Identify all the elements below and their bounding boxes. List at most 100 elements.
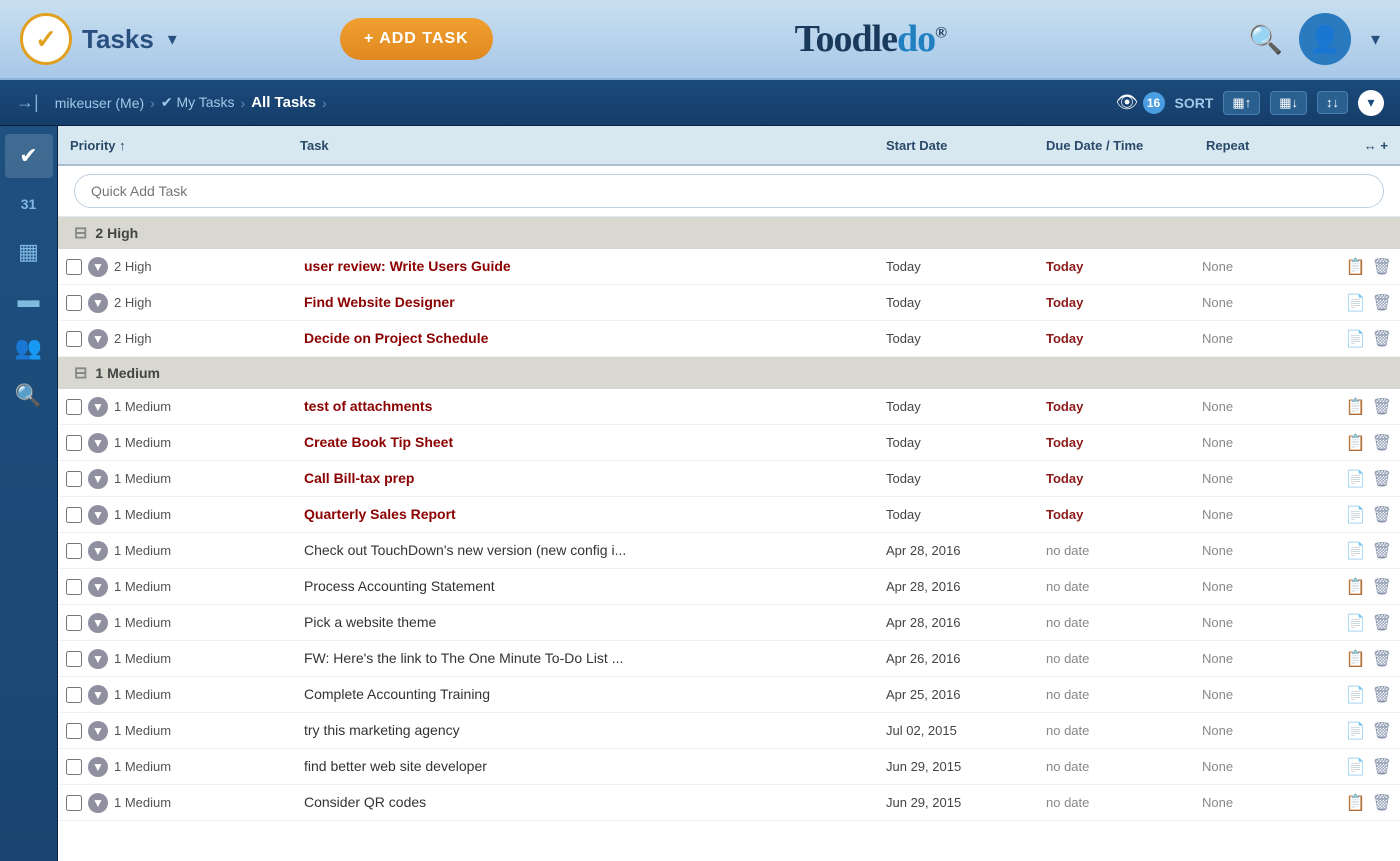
task-name[interactable]: find better web site developer: [304, 758, 487, 774]
sort-btn-2[interactable]: ▦↓: [1270, 91, 1307, 115]
breadcrumb-alltasks[interactable]: All Tasks: [251, 94, 316, 111]
task-name[interactable]: user review: Write Users Guide: [304, 258, 511, 274]
task-checkbox[interactable]: [66, 795, 82, 811]
add-task-button[interactable]: + ADD TASK: [340, 18, 493, 60]
start-date: Today: [882, 295, 1042, 310]
task-name[interactable]: test of attachments: [304, 398, 432, 414]
priority-down-icon[interactable]: ▼: [88, 257, 108, 277]
delete-icon[interactable]: 🗑: [1372, 577, 1392, 597]
note-icon[interactable]: 📄: [1346, 685, 1366, 705]
search-icon[interactable]: 🔍: [1248, 23, 1283, 56]
sort-btn-3[interactable]: ↕↓: [1317, 91, 1348, 114]
delete-icon[interactable]: 🗑: [1372, 293, 1392, 313]
delete-icon[interactable]: 🗑: [1372, 469, 1392, 489]
breadcrumb-mytasks[interactable]: ✔ My Tasks: [161, 94, 235, 111]
priority-down-icon[interactable]: ▼: [88, 613, 108, 633]
task-checkbox[interactable]: [66, 435, 82, 451]
note-icon[interactable]: 📄: [1346, 613, 1366, 633]
priority-down-icon[interactable]: ▼: [88, 649, 108, 669]
priority-down-icon[interactable]: ▼: [88, 577, 108, 597]
task-checkbox[interactable]: [66, 507, 82, 523]
delete-icon[interactable]: 🗑: [1372, 329, 1392, 349]
task-checkbox[interactable]: [66, 259, 82, 275]
due-date: no date: [1042, 723, 1202, 738]
pin-icon[interactable]: →|: [16, 92, 39, 113]
priority-down-icon[interactable]: ▼: [88, 793, 108, 813]
delete-icon[interactable]: 🗑: [1372, 257, 1392, 277]
note-icon[interactable]: 📄: [1346, 329, 1366, 349]
quick-add-input[interactable]: [74, 174, 1384, 208]
breadcrumb-user[interactable]: mikeuser (Me): [55, 95, 144, 111]
delete-icon[interactable]: 🗑: [1372, 541, 1392, 561]
note-icon[interactable]: 📋: [1346, 257, 1366, 277]
task-name[interactable]: Process Accounting Statement: [304, 578, 495, 594]
delete-icon[interactable]: 🗑: [1372, 685, 1392, 705]
task-name[interactable]: Check out TouchDown's new version (new c…: [304, 542, 626, 558]
delete-icon[interactable]: 🗑: [1372, 397, 1392, 417]
sidebar-item-calendar[interactable]: 31: [5, 182, 53, 226]
delete-icon[interactable]: 🗑: [1372, 505, 1392, 525]
task-name[interactable]: Pick a website theme: [304, 614, 436, 630]
task-checkbox[interactable]: [66, 399, 82, 415]
note-icon[interactable]: 📄: [1346, 721, 1366, 741]
task-name[interactable]: Call Bill-tax prep: [304, 470, 414, 486]
task-checkbox[interactable]: [66, 579, 82, 595]
sidebar-item-people[interactable]: 👥: [5, 326, 53, 370]
user-avatar[interactable]: 👤: [1299, 13, 1351, 65]
priority-down-icon[interactable]: ▼: [88, 469, 108, 489]
task-checkbox[interactable]: [66, 651, 82, 667]
sort-btn-1[interactable]: ▦↑: [1223, 91, 1260, 115]
task-name[interactable]: try this marketing agency: [304, 722, 460, 738]
tasks-dropdown-icon[interactable]: ▾: [168, 29, 177, 50]
task-checkbox[interactable]: [66, 615, 82, 631]
task-checkbox[interactable]: [66, 687, 82, 703]
delete-icon[interactable]: 🗑: [1372, 433, 1392, 453]
task-name[interactable]: Create Book Tip Sheet: [304, 434, 453, 450]
task-checkbox[interactable]: [66, 723, 82, 739]
note-icon[interactable]: 📋: [1346, 793, 1366, 813]
priority-down-icon[interactable]: ▼: [88, 541, 108, 561]
task-name[interactable]: Consider QR codes: [304, 794, 426, 810]
task-name[interactable]: FW: Here's the link to The One Minute To…: [304, 650, 623, 666]
col-priority[interactable]: Priority ↑: [66, 138, 296, 153]
task-checkbox[interactable]: [66, 759, 82, 775]
note-icon[interactable]: 📋: [1346, 433, 1366, 453]
sidebar-item-search[interactable]: 🔍: [5, 374, 53, 418]
priority-down-icon[interactable]: ▼: [88, 293, 108, 313]
user-dropdown-icon[interactable]: ▾: [1371, 29, 1380, 50]
priority-down-icon[interactable]: ▼: [88, 721, 108, 741]
priority-down-icon[interactable]: ▼: [88, 397, 108, 417]
note-icon[interactable]: 📄: [1346, 505, 1366, 525]
task-checkbox[interactable]: [66, 331, 82, 347]
task-name[interactable]: Find Website Designer: [304, 294, 455, 310]
task-name[interactable]: Complete Accounting Training: [304, 686, 490, 702]
task-checkbox[interactable]: [66, 543, 82, 559]
delete-icon[interactable]: 🗑: [1372, 649, 1392, 669]
task-name[interactable]: Decide on Project Schedule: [304, 330, 488, 346]
task-checkbox[interactable]: [66, 471, 82, 487]
sort-label: SORT: [1175, 95, 1214, 111]
sidebar-item-check[interactable]: ✔: [5, 134, 53, 178]
sidebar-item-list[interactable]: ▬: [5, 278, 53, 322]
priority-down-icon[interactable]: ▼: [88, 685, 108, 705]
priority-label: 1 Medium: [114, 795, 171, 810]
task-checkbox[interactable]: [66, 295, 82, 311]
note-icon[interactable]: 📄: [1346, 293, 1366, 313]
delete-icon[interactable]: 🗑: [1372, 721, 1392, 741]
note-icon[interactable]: 📄: [1346, 469, 1366, 489]
priority-down-icon[interactable]: ▼: [88, 433, 108, 453]
delete-icon[interactable]: 🗑: [1372, 613, 1392, 633]
note-icon[interactable]: 📄: [1346, 541, 1366, 561]
note-icon[interactable]: 📋: [1346, 577, 1366, 597]
delete-icon[interactable]: 🗑: [1372, 757, 1392, 777]
priority-down-icon[interactable]: ▼: [88, 757, 108, 777]
delete-icon[interactable]: 🗑: [1372, 793, 1392, 813]
priority-down-icon[interactable]: ▼: [88, 329, 108, 349]
note-icon[interactable]: 📄: [1346, 757, 1366, 777]
sidebar-item-grid[interactable]: ▦: [5, 230, 53, 274]
nav-expand-icon[interactable]: ▾: [1358, 90, 1384, 116]
task-name[interactable]: Quarterly Sales Report: [304, 506, 456, 522]
priority-down-icon[interactable]: ▼: [88, 505, 108, 525]
note-icon[interactable]: 📋: [1346, 649, 1366, 669]
note-icon[interactable]: 📋: [1346, 397, 1366, 417]
